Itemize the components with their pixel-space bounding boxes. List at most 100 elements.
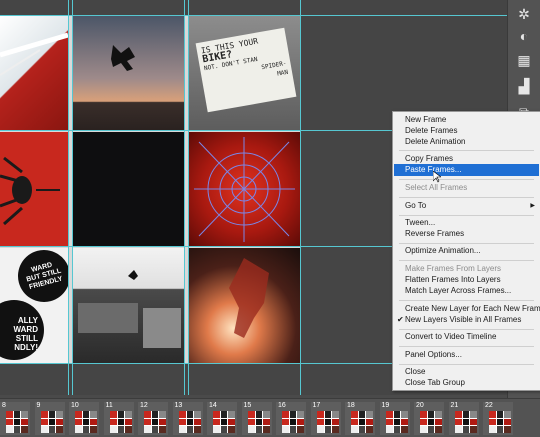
frame-thumbnail [109, 411, 132, 433]
sticker-line: NDLY! [14, 343, 38, 352]
guide-vertical [68, 0, 69, 395]
frame-thumbnail [178, 411, 201, 433]
submenu-arrow-icon: ▶ [530, 203, 535, 209]
menu-item-optimize-animation[interactable]: Optimize Animation... [394, 245, 539, 257]
animation-frames-strip: 8 9 10 11 12 13 14 15 16 17 18 19 20 21 22 [0, 398, 540, 437]
menu-separator [399, 364, 534, 365]
menu-item-new-layers-visible[interactable]: ✔ New Layers Visible in All Frames [394, 314, 539, 326]
animation-frame[interactable]: 13 [172, 402, 203, 435]
animation-frame[interactable]: 12 [138, 402, 168, 435]
menu-item-panel-options[interactable]: Panel Options... [394, 349, 539, 361]
guide-vertical [72, 0, 73, 395]
spider-emblem-icon [0, 156, 60, 226]
menu-separator [399, 260, 534, 261]
mouse-cursor-icon [432, 170, 442, 183]
frame-number: 22 [485, 402, 493, 409]
sticker-line: STILL [15, 334, 38, 343]
frame-number: 9 [36, 402, 41, 409]
animation-frame[interactable]: 18 [345, 402, 375, 435]
guide-vertical [184, 0, 185, 395]
menu-item-convert-video-timeline[interactable]: Convert to Video Timeline [394, 331, 539, 343]
jumper-silhouette [111, 45, 135, 71]
animation-frame[interactable]: 10 [69, 402, 99, 435]
menu-item-paste-frames[interactable]: Paste Frames... [394, 164, 539, 176]
animation-frame[interactable]: 9 [34, 402, 65, 435]
frame-number: 20 [416, 402, 424, 409]
frame-thumbnail [144, 411, 166, 433]
menu-item-label: Go To [405, 201, 427, 210]
graffiti-building [78, 270, 181, 348]
menu-item-match-layer[interactable]: Match Layer Across Frames... [394, 285, 539, 297]
animation-frame[interactable]: 22 [483, 402, 513, 435]
photo-silhouette-jump-sunset [73, 15, 184, 130]
context-menu: New Frame Delete Frames Delete Animation… [392, 111, 540, 391]
frame-thumbnail [6, 411, 28, 433]
frame-thumbnail [489, 411, 511, 433]
animation-frame[interactable]: 8 [0, 402, 30, 435]
frame-number: 13 [174, 402, 183, 409]
frame-thumbnail [213, 411, 235, 433]
frame-number: 8 [2, 402, 6, 409]
frame-thumbnail [40, 411, 63, 433]
photo-note-bike: IS THIS YOUR BIKE? NOT. DON'T STAN SPIDE… [189, 15, 300, 130]
frame-thumbnail [316, 411, 339, 433]
frame-number: 10 [71, 402, 79, 409]
frame-number: 14 [209, 402, 217, 409]
animation-frame[interactable]: 20 [414, 402, 444, 435]
photo-spider-web-red [189, 132, 300, 246]
sticker-badge: WARD BUT STILL FRIENDLY [12, 248, 68, 308]
grid-icon[interactable]: ▦ [514, 50, 534, 70]
menu-separator [399, 346, 534, 347]
animation-frame[interactable]: 15 [241, 402, 272, 435]
photo-black-frame [73, 132, 184, 246]
sticker-line: ALLY [17, 316, 38, 325]
menu-item-select-all-frames[interactable]: Select All Frames [394, 182, 539, 194]
photo-spiderman-web [0, 15, 68, 130]
animation-frame[interactable]: 17 [310, 402, 341, 435]
frame-thumbnail [454, 411, 477, 433]
menu-separator [399, 300, 534, 301]
menu-separator [399, 179, 534, 180]
web-shooter-shape [0, 32, 68, 76]
menu-item-delete-animation[interactable]: Delete Animation [394, 136, 539, 148]
animation-frame[interactable]: 19 [379, 402, 410, 435]
photo-rooftop-graffiti [73, 248, 184, 363]
menu-separator [399, 197, 534, 198]
document-canvas[interactable]: IS THIS YOUR BIKE? NOT. DON'T STAN SPIDE… [0, 15, 300, 363]
histogram-icon[interactable]: ▟ [514, 76, 534, 96]
frame-number: 11 [105, 402, 113, 409]
photo-spider-emblem [0, 132, 68, 246]
animation-frame[interactable]: 11 [103, 402, 134, 435]
frame-number: 18 [347, 402, 355, 409]
menu-item-reverse-frames[interactable]: Reverse Frames [394, 228, 539, 240]
menu-separator [399, 215, 534, 216]
checkmark-icon: ✔ [397, 315, 404, 324]
animation-frame[interactable]: 14 [207, 402, 237, 435]
sticker-line: WARD [13, 325, 38, 334]
guide-vertical [300, 0, 301, 395]
menu-item-label: New Layers Visible in All Frames [405, 315, 522, 324]
frame-thumbnail [385, 411, 408, 433]
palette-icon[interactable]: ◐ [514, 26, 534, 46]
guide-vertical [188, 0, 189, 395]
handwritten-note: IS THIS YOUR BIKE? NOT. DON'T STAN SPIDE… [195, 27, 297, 113]
frame-thumbnail [420, 411, 442, 433]
animation-frame[interactable]: 16 [276, 402, 306, 435]
photo-stickers: WARD BUT STILL FRIENDLY ALLY WARD STILL … [0, 248, 68, 363]
frame-thumbnail [75, 411, 97, 433]
spiderweb-shape [194, 137, 295, 242]
menu-item-go-to[interactable]: Go To ▶ [394, 200, 539, 212]
animation-frame[interactable]: 21 [448, 402, 479, 435]
menu-item-close-tab-group[interactable]: Close Tab Group [394, 377, 539, 389]
menu-separator [399, 150, 534, 151]
frame-number: 21 [450, 402, 459, 409]
menu-separator [399, 243, 534, 244]
frame-number: 16 [278, 402, 286, 409]
sun-icon[interactable]: ✲ [514, 4, 534, 24]
frame-thumbnail [282, 411, 304, 433]
hand-shape [229, 258, 269, 338]
guide-horizontal [0, 15, 508, 16]
frame-thumbnail [351, 411, 373, 433]
frame-number: 12 [140, 402, 148, 409]
frame-number: 15 [243, 402, 252, 409]
